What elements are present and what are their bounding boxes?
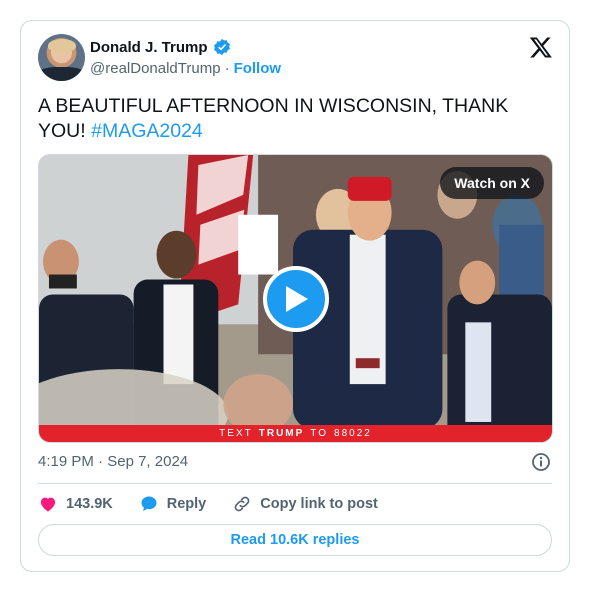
reply-label: Reply <box>166 496 207 512</box>
play-button[interactable] <box>263 266 329 332</box>
author-name[interactable]: Donald J. Trump <box>90 39 208 56</box>
divider <box>38 483 552 484</box>
reply-button[interactable]: Reply <box>139 494 207 514</box>
author-handle[interactable]: @realDonaldTrump <box>90 60 221 77</box>
hashtag-link[interactable]: #MAGA2024 <box>91 120 203 142</box>
avatar-hair <box>48 39 76 52</box>
video-player[interactable]: Watch on X TEXT TRUMP TO 88022 <box>38 154 553 443</box>
like-button[interactable]: 143.9K <box>38 494 113 514</box>
link-icon <box>234 496 250 512</box>
author-name-row[interactable]: Donald J. Trump <box>90 38 231 56</box>
timestamp-dot: · <box>98 453 104 470</box>
copy-link-label: Copy link to post <box>260 496 378 512</box>
banner-number: 88022 <box>334 428 372 439</box>
tweet-card: Donald J. Trump @realDonaldTrump · Follo… <box>20 20 570 572</box>
x-logo-icon[interactable] <box>529 35 553 59</box>
author-avatar[interactable] <box>38 34 85 81</box>
handle-separator: · <box>224 60 230 77</box>
video-banner: TEXT TRUMP TO 88022 <box>39 425 552 442</box>
banner-prefix: TEXT <box>219 428 253 439</box>
banner-keyword: TRUMP <box>258 428 305 439</box>
heart-icon <box>40 497 56 512</box>
banner-mid: TO <box>310 428 329 439</box>
info-icon[interactable] <box>531 452 551 472</box>
watch-on-x-button[interactable]: Watch on X <box>440 167 544 199</box>
copy-link-button[interactable]: Copy link to post <box>232 494 378 514</box>
timestamp-date: Sep 7, 2024 <box>107 453 189 470</box>
like-count: 143.9K <box>66 496 113 512</box>
timestamp[interactable]: 4:19 PM · Sep 7, 2024 <box>38 453 188 470</box>
read-replies-button[interactable]: Read 10.6K replies <box>38 524 552 556</box>
verified-badge-icon <box>213 38 230 56</box>
tweet-text: A BEAUTIFUL AFTERNOON IN WISCONSIN, THAN… <box>38 94 548 144</box>
follow-button[interactable]: Follow <box>234 60 282 77</box>
timestamp-time: 4:19 PM <box>38 453 94 470</box>
play-icon <box>286 286 308 312</box>
reply-bubble-icon <box>141 496 157 512</box>
author-handle-row: @realDonaldTrump · Follow <box>90 60 281 77</box>
action-bar: 143.9K Reply Copy link to post <box>38 492 404 516</box>
avatar-suit <box>38 67 85 81</box>
